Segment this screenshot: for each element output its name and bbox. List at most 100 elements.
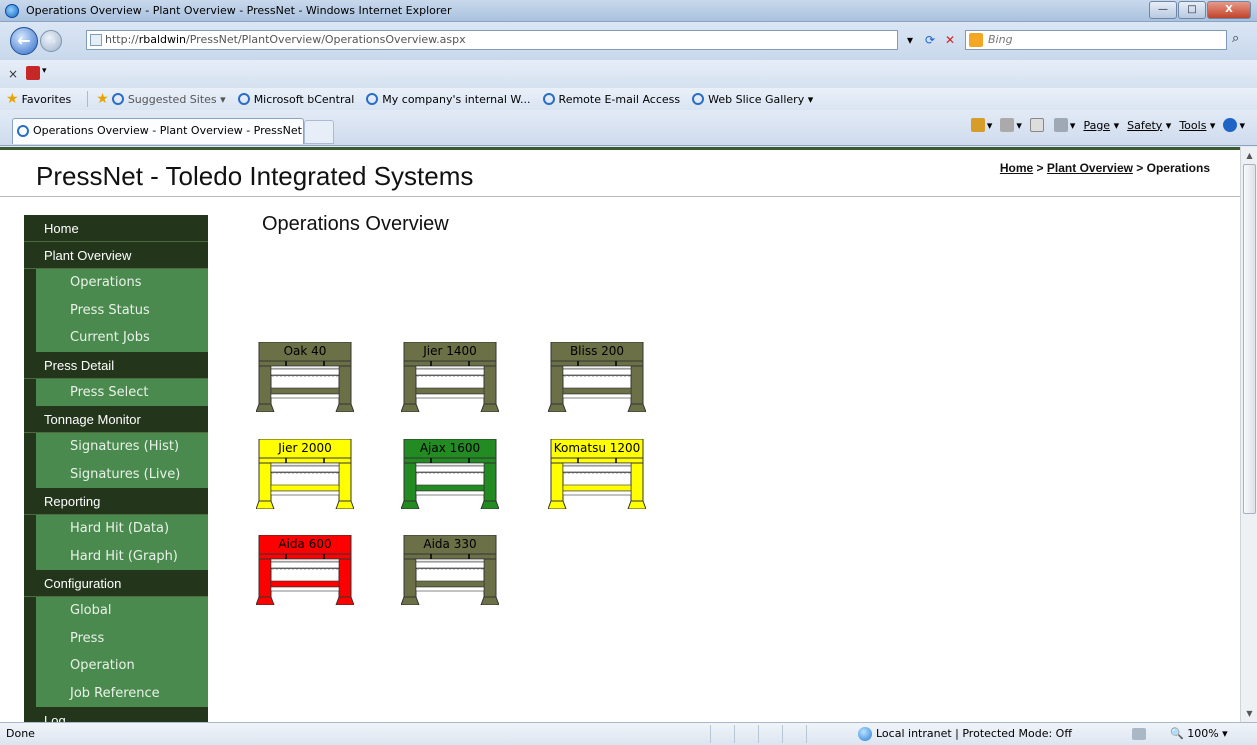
tools-menu[interactable]: Tools ▾: [1179, 119, 1215, 132]
print-icon: [1053, 118, 1068, 132]
press-tile[interactable]: Jier 2000: [256, 439, 354, 509]
mail-button[interactable]: [1029, 118, 1046, 132]
press-label: Jier 2000: [278, 441, 332, 455]
nav-operation[interactable]: Operation: [24, 652, 208, 680]
nav-log[interactable]: Log: [24, 707, 208, 722]
fav-label: Web Slice Gallery ▾: [708, 92, 814, 106]
nav-tonnage-monitor[interactable]: Tonnage Monitor: [24, 406, 208, 433]
nav-plant-overview[interactable]: Plant Overview: [24, 242, 208, 269]
minimize-button[interactable]: —: [1149, 1, 1177, 19]
nav-press-detail[interactable]: Press Detail: [24, 351, 208, 379]
breadcrumb-plant-overview[interactable]: Plant Overview: [1047, 161, 1133, 175]
nav-operations[interactable]: Operations: [24, 269, 208, 297]
pdf-icon[interactable]: [26, 66, 40, 80]
print-button[interactable]: ▾: [1053, 118, 1075, 132]
scroll-down-icon[interactable]: ▼: [1241, 705, 1257, 722]
safety-menu-label: Safety: [1127, 118, 1163, 132]
fav-label: Suggested Sites ▾: [127, 92, 226, 106]
status-text: Done: [6, 727, 35, 740]
scroll-up-icon[interactable]: ▲: [1241, 147, 1257, 164]
breadcrumb-separator: >: [1132, 161, 1147, 175]
nav-press-select[interactable]: Press Select: [24, 378, 208, 406]
protected-mode-icon[interactable]: [1132, 728, 1146, 740]
stop-icon[interactable]: ✕: [940, 33, 960, 47]
home-icon: [970, 118, 985, 132]
ie-page-icon: [692, 93, 705, 105]
breadcrumb-separator: >: [1033, 161, 1047, 175]
security-zone[interactable]: Local intranet | Protected Mode: Off: [858, 723, 1072, 745]
press-tile[interactable]: Oak 40: [256, 342, 354, 412]
press-tile[interactable]: Aida 330: [401, 535, 499, 605]
bing-icon: [969, 33, 983, 47]
search-icon[interactable]: ⌕: [1232, 31, 1239, 46]
nav-hard-hit-graph[interactable]: Hard Hit (Graph): [24, 542, 208, 570]
add-favorite-icon[interactable]: ★: [96, 91, 109, 107]
press-tile[interactable]: Jier 1400: [401, 342, 499, 412]
ie-page-icon: [366, 93, 379, 105]
close-button[interactable]: X: [1207, 1, 1251, 19]
fav-remote-email[interactable]: Remote E-mail Access: [542, 93, 680, 106]
address-tools: ▾ ⟳ ✕: [900, 30, 960, 50]
page-menu-label: Page: [1083, 118, 1111, 132]
fav-microsoft-bcentral[interactable]: Microsoft bCentral: [237, 93, 354, 106]
home-button[interactable]: ▾: [970, 118, 992, 132]
press-label: Aida 330: [423, 537, 477, 551]
feeds-button[interactable]: ▾: [1000, 118, 1022, 132]
breadcrumb-home[interactable]: Home: [1000, 161, 1033, 175]
zone-label: Local intranet | Protected Mode: Off: [876, 727, 1072, 740]
fav-web-slice-gallery[interactable]: Web Slice Gallery ▾: [692, 93, 813, 106]
divider: [87, 91, 89, 107]
mail-icon: [1029, 118, 1044, 132]
help-button[interactable]: ▾: [1223, 118, 1245, 132]
search-input[interactable]: Bing: [965, 30, 1227, 50]
tab-operations-overview[interactable]: Operations Overview - Plant Overview - P…: [12, 118, 304, 144]
press-tile[interactable]: Aida 600: [256, 535, 354, 605]
url-host: rbaldwin: [138, 33, 187, 46]
nav-signatures-live[interactable]: Signatures (Live): [24, 460, 208, 488]
refresh-icon[interactable]: ⟳: [920, 33, 940, 47]
forward-button[interactable]: →: [40, 30, 62, 52]
nav-configuration[interactable]: Configuration: [24, 570, 208, 597]
status-cells: [710, 725, 830, 743]
press-tile[interactable]: Bliss 200: [548, 342, 646, 412]
nav-current-jobs[interactable]: Current Jobs: [24, 324, 208, 352]
vertical-scrollbar[interactable]: ▲ ▼: [1240, 147, 1257, 722]
back-button[interactable]: ←: [10, 27, 38, 55]
header-accent-line: [0, 147, 1240, 150]
press-tile[interactable]: Ajax 1600: [401, 439, 499, 509]
nav-signatures-hist[interactable]: Signatures (Hist): [24, 433, 208, 461]
press-label: Jier 1400: [423, 344, 477, 358]
url-dropdown-icon[interactable]: ▾: [900, 33, 920, 47]
press-label: Ajax 1600: [419, 441, 481, 455]
press-tile[interactable]: Komatsu 1200: [548, 439, 646, 509]
favorites-star-icon[interactable]: ★: [6, 91, 19, 107]
chevron-down-icon[interactable]: ▾: [42, 66, 47, 76]
scroll-thumb[interactable]: [1243, 164, 1256, 514]
fav-suggested-sites[interactable]: Suggested Sites ▾: [111, 92, 226, 106]
zoom-level[interactable]: 🔍 100% ▾: [1170, 723, 1228, 745]
nav-press-status[interactable]: Press Status: [24, 296, 208, 324]
nav-home[interactable]: Home: [24, 215, 208, 242]
nav-job-reference[interactable]: Job Reference: [24, 679, 208, 707]
new-tab-button[interactable]: [304, 120, 334, 144]
nav-hard-hit-data[interactable]: Hard Hit (Data): [24, 515, 208, 543]
favorites-bar: ★ Favorites ★ Suggested Sites ▾ Microsof…: [0, 88, 1257, 110]
status-bar: Done Local intranet | Protected Mode: Of…: [0, 722, 1257, 745]
help-icon: [1223, 118, 1238, 132]
nav-global[interactable]: Global: [24, 597, 208, 625]
maximize-button[interactable]: □: [1178, 1, 1206, 19]
close-toolbar-icon[interactable]: ×: [8, 67, 18, 81]
address-bar-row: ← → http://rbaldwin/PressNet/PlantOvervi…: [0, 22, 1257, 60]
window-controls: — □ X: [1148, 1, 1251, 19]
fav-company-internal[interactable]: My company's internal W...: [366, 93, 531, 106]
nav-reporting[interactable]: Reporting: [24, 488, 208, 515]
page-menu[interactable]: Page ▾: [1083, 119, 1119, 132]
press-label: Komatsu 1200: [553, 441, 641, 455]
ie-page-icon: [111, 93, 124, 105]
site-title: PressNet - Toledo Integrated Systems: [36, 161, 474, 191]
breadcrumb-current: Operations: [1146, 161, 1210, 175]
favorites-button[interactable]: Favorites: [22, 93, 72, 106]
nav-press[interactable]: Press: [24, 624, 208, 652]
safety-menu[interactable]: Safety ▾: [1127, 119, 1171, 132]
url-field[interactable]: http://rbaldwin/PressNet/PlantOverview/O…: [86, 30, 898, 50]
